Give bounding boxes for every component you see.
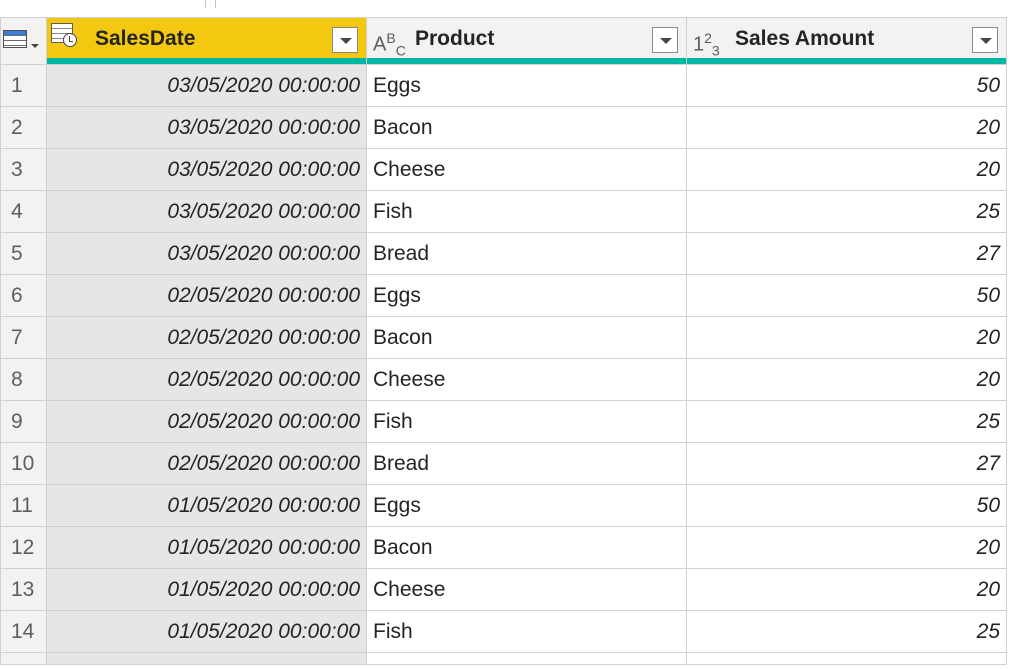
cell-sales-amount[interactable]: 25	[686, 190, 1007, 233]
column-header-sales-amount[interactable]: 123 Sales Amount	[686, 17, 1007, 65]
table-row[interactable]: 9 02/05/2020 00:00:00 Fish 25	[0, 400, 1007, 443]
cell-salesdate[interactable]: 03/05/2020 00:00:00	[46, 232, 367, 275]
cell-product[interactable]: Fish	[366, 190, 687, 233]
partial-cell	[46, 652, 367, 665]
cell-salesdate[interactable]: 02/05/2020 00:00:00	[46, 316, 367, 359]
filter-dropdown-button[interactable]	[652, 27, 678, 53]
cell-salesdate[interactable]: 03/05/2020 00:00:00	[46, 148, 367, 191]
table-options-button[interactable]	[0, 17, 47, 65]
column-header-label: Sales Amount	[735, 27, 875, 50]
table-row[interactable]: 7 02/05/2020 00:00:00 Bacon 20	[0, 316, 1007, 359]
cell-sales-amount[interactable]: 20	[686, 526, 1007, 569]
column-header-salesdate[interactable]: SalesDate	[46, 17, 367, 65]
cell-product[interactable]: Eggs	[366, 64, 687, 107]
divider	[205, 0, 206, 8]
row-number[interactable]: 8	[0, 358, 47, 401]
table-row[interactable]: 6 02/05/2020 00:00:00 Eggs 50	[0, 274, 1007, 317]
cell-product[interactable]: Eggs	[366, 274, 687, 317]
column-quality-bar	[687, 58, 1006, 64]
table-row[interactable]: 4 03/05/2020 00:00:00 Fish 25	[0, 190, 1007, 233]
cell-sales-amount[interactable]: 20	[686, 148, 1007, 191]
cell-salesdate[interactable]: 01/05/2020 00:00:00	[46, 610, 367, 653]
table-icon	[3, 30, 27, 48]
filter-dropdown-button[interactable]	[332, 27, 358, 53]
cell-salesdate[interactable]: 01/05/2020 00:00:00	[46, 484, 367, 527]
row-number[interactable]: 6	[0, 274, 47, 317]
top-strip	[0, 0, 1013, 14]
text-type-icon[interactable]: ABC	[373, 27, 406, 62]
number-type-icon[interactable]: 123	[693, 27, 720, 62]
row-number[interactable]: 11	[0, 484, 47, 527]
data-preview-grid: SalesDate ABC Product 123 Sales Amount 1…	[0, 17, 1007, 665]
table-row[interactable]: 2 03/05/2020 00:00:00 Bacon 20	[0, 106, 1007, 149]
cell-product[interactable]: Cheese	[366, 568, 687, 611]
cell-salesdate[interactable]: 01/05/2020 00:00:00	[46, 526, 367, 569]
cell-sales-amount[interactable]: 25	[686, 400, 1007, 443]
cell-sales-amount[interactable]: 25	[686, 610, 1007, 653]
data-table: SalesDate ABC Product 123 Sales Amount 1…	[0, 17, 1007, 665]
cell-salesdate[interactable]: 01/05/2020 00:00:00	[46, 568, 367, 611]
cell-product[interactable]: Bacon	[366, 526, 687, 569]
row-number[interactable]: 5	[0, 232, 47, 275]
cell-product[interactable]: Eggs	[366, 484, 687, 527]
chevron-down-icon	[31, 44, 39, 48]
table-row[interactable]: 12 01/05/2020 00:00:00 Bacon 20	[0, 526, 1007, 569]
row-number[interactable]: 1	[0, 64, 47, 107]
column-header-product[interactable]: ABC Product	[366, 17, 687, 65]
cell-sales-amount[interactable]: 20	[686, 316, 1007, 359]
datetime-icon[interactable]	[51, 23, 77, 47]
cell-salesdate[interactable]: 02/05/2020 00:00:00	[46, 358, 367, 401]
table-row[interactable]: 5 03/05/2020 00:00:00 Bread 27	[0, 232, 1007, 275]
cell-product[interactable]: Bacon	[366, 316, 687, 359]
divider	[215, 0, 216, 8]
cell-sales-amount[interactable]: 27	[686, 232, 1007, 275]
row-number[interactable]: 4	[0, 190, 47, 233]
row-number[interactable]: 14	[0, 610, 47, 653]
column-header-label: Product	[415, 27, 495, 50]
cell-product[interactable]: Bread	[366, 442, 687, 485]
row-number[interactable]: 9	[0, 400, 47, 443]
row-number[interactable]: 10	[0, 442, 47, 485]
row-number[interactable]: 3	[0, 148, 47, 191]
partial-cell	[366, 652, 687, 665]
row-number[interactable]: 12	[0, 526, 47, 569]
table-row[interactable]: 8 02/05/2020 00:00:00 Cheese 20	[0, 358, 1007, 401]
cell-sales-amount[interactable]: 20	[686, 106, 1007, 149]
column-quality-bar	[47, 58, 366, 64]
row-number[interactable]: 7	[0, 316, 47, 359]
cell-salesdate[interactable]: 02/05/2020 00:00:00	[46, 442, 367, 485]
cell-product[interactable]: Bread	[366, 232, 687, 275]
cell-sales-amount[interactable]: 20	[686, 568, 1007, 611]
cell-product[interactable]: Cheese	[366, 358, 687, 401]
row-number[interactable]: 13	[0, 568, 47, 611]
column-quality-bar	[367, 58, 686, 64]
cell-sales-amount[interactable]: 50	[686, 274, 1007, 317]
cell-sales-amount[interactable]: 50	[686, 484, 1007, 527]
cell-salesdate[interactable]: 03/05/2020 00:00:00	[46, 190, 367, 233]
cell-product[interactable]: Fish	[366, 610, 687, 653]
table-row[interactable]: 3 03/05/2020 00:00:00 Cheese 20	[0, 148, 1007, 191]
table-row[interactable]: 1 03/05/2020 00:00:00 Eggs 50	[0, 64, 1007, 107]
filter-dropdown-button[interactable]	[972, 27, 998, 53]
cell-product[interactable]: Fish	[366, 400, 687, 443]
row-number[interactable]: 2	[0, 106, 47, 149]
cell-salesdate[interactable]: 03/05/2020 00:00:00	[46, 64, 367, 107]
cell-salesdate[interactable]: 02/05/2020 00:00:00	[46, 400, 367, 443]
table-row[interactable]: 14 01/05/2020 00:00:00 Fish 25	[0, 610, 1007, 653]
column-header-label: SalesDate	[95, 27, 196, 50]
table-row[interactable]: 13 01/05/2020 00:00:00 Cheese 20	[0, 568, 1007, 611]
table-row-partial	[0, 652, 1007, 665]
cell-sales-amount[interactable]: 20	[686, 358, 1007, 401]
cell-sales-amount[interactable]: 27	[686, 442, 1007, 485]
cell-salesdate[interactable]: 02/05/2020 00:00:00	[46, 274, 367, 317]
partial-cell	[686, 652, 1007, 665]
cell-product[interactable]: Bacon	[366, 106, 687, 149]
cell-sales-amount[interactable]: 50	[686, 64, 1007, 107]
table-row[interactable]: 10 02/05/2020 00:00:00 Bread 27	[0, 442, 1007, 485]
cell-product[interactable]: Cheese	[366, 148, 687, 191]
cell-salesdate[interactable]: 03/05/2020 00:00:00	[46, 106, 367, 149]
partial-cell	[0, 652, 47, 665]
table-row[interactable]: 11 01/05/2020 00:00:00 Eggs 50	[0, 484, 1007, 527]
